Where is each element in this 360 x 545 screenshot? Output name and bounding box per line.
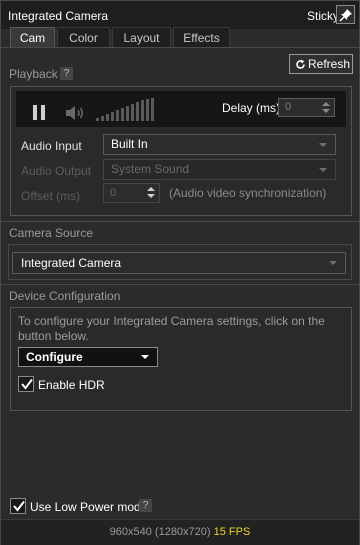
refresh-button[interactable]: Refresh bbox=[289, 54, 353, 74]
volume-bar bbox=[116, 110, 119, 121]
camera-source-select[interactable]: Integrated Camera bbox=[12, 252, 346, 274]
audio-input-label: Audio Input bbox=[21, 139, 82, 153]
status-bar: 960x540 (1280x720) 15 FPS bbox=[1, 519, 359, 545]
checkmark-icon bbox=[13, 500, 25, 512]
offset-label: Offset (ms) bbox=[21, 189, 81, 203]
window-title: Integrated Camera bbox=[8, 9, 109, 23]
refresh-icon bbox=[296, 59, 305, 69]
tab-layout[interactable]: Layout bbox=[112, 27, 171, 48]
pin-icon bbox=[339, 9, 352, 22]
delay-value: 0 bbox=[285, 101, 292, 113]
configure-label: Configure bbox=[26, 350, 83, 364]
tab-cam[interactable]: Cam bbox=[10, 27, 55, 48]
camera-settings-window: Integrated Camera Sticky Cam Color Layou… bbox=[0, 0, 360, 545]
audio-input-value: Built In bbox=[111, 137, 148, 151]
chevron-down-icon bbox=[141, 355, 149, 359]
volume-bar bbox=[121, 108, 124, 121]
enable-hdr-checkbox[interactable] bbox=[18, 376, 34, 392]
audio-input-select[interactable]: Built In bbox=[103, 134, 336, 155]
playback-help-icon[interactable]: ? bbox=[60, 67, 73, 80]
offset-value: 0 bbox=[110, 187, 117, 199]
volume-bar bbox=[101, 116, 104, 121]
chevron-down-icon bbox=[319, 143, 327, 147]
enable-hdr-label: Enable HDR bbox=[38, 378, 105, 392]
camera-source-section-label: Camera Source bbox=[9, 226, 94, 240]
tab-divider bbox=[1, 47, 359, 48]
tab-color[interactable]: Color bbox=[57, 27, 110, 48]
volume-bar bbox=[151, 98, 154, 121]
fps-readout: 15 FPS bbox=[213, 526, 251, 538]
device-config-description: To configure your Integrated Camera sett… bbox=[18, 314, 325, 343]
section-divider bbox=[1, 221, 359, 222]
volume-bar bbox=[141, 100, 144, 121]
pause-icon[interactable] bbox=[33, 105, 47, 120]
low-power-checkbox[interactable] bbox=[10, 498, 26, 514]
volume-bar bbox=[111, 112, 114, 121]
delay-label: Delay (ms) bbox=[222, 101, 281, 115]
volume-bar bbox=[146, 99, 149, 121]
device-config-section-label: Device Configuration bbox=[9, 289, 121, 303]
volume-bar bbox=[126, 106, 129, 121]
low-power-label: Use Low Power mode bbox=[30, 500, 148, 514]
offset-hint: (Audio video synchronization) bbox=[169, 186, 327, 200]
checkmark-icon bbox=[21, 378, 33, 390]
volume-bar bbox=[131, 104, 134, 121]
title-bar: Integrated Camera Sticky bbox=[1, 1, 359, 29]
chevron-down-icon bbox=[319, 168, 327, 172]
volume-meter[interactable] bbox=[96, 98, 156, 121]
low-power-help-icon[interactable]: ? bbox=[139, 499, 152, 512]
playback-section-label: Playback bbox=[9, 67, 58, 81]
camera-source-value: Integrated Camera bbox=[21, 256, 122, 270]
audio-output-value: System Sound bbox=[111, 162, 190, 176]
sticky-label: Sticky bbox=[307, 9, 340, 23]
delay-stepper-icon[interactable] bbox=[322, 102, 330, 114]
volume-bar bbox=[136, 102, 139, 121]
offset-input[interactable]: 0 bbox=[103, 183, 160, 203]
audio-output-select[interactable]: System Sound bbox=[103, 159, 336, 180]
volume-bar bbox=[96, 118, 99, 121]
audio-output-label: Audio Output bbox=[21, 164, 92, 178]
chevron-down-icon bbox=[329, 261, 337, 265]
volume-bar bbox=[106, 114, 109, 121]
section-divider bbox=[1, 284, 359, 285]
configure-button[interactable]: Configure bbox=[18, 347, 158, 367]
resolution-readout: 960x540 (1280x720) bbox=[109, 526, 211, 538]
delay-input[interactable]: 0 bbox=[278, 98, 335, 117]
refresh-label: Refresh bbox=[308, 57, 351, 71]
offset-stepper-icon[interactable] bbox=[147, 187, 155, 199]
sticky-pin-button[interactable] bbox=[336, 5, 355, 24]
tab-effects[interactable]: Effects bbox=[173, 27, 230, 48]
speaker-icon[interactable] bbox=[64, 104, 86, 122]
